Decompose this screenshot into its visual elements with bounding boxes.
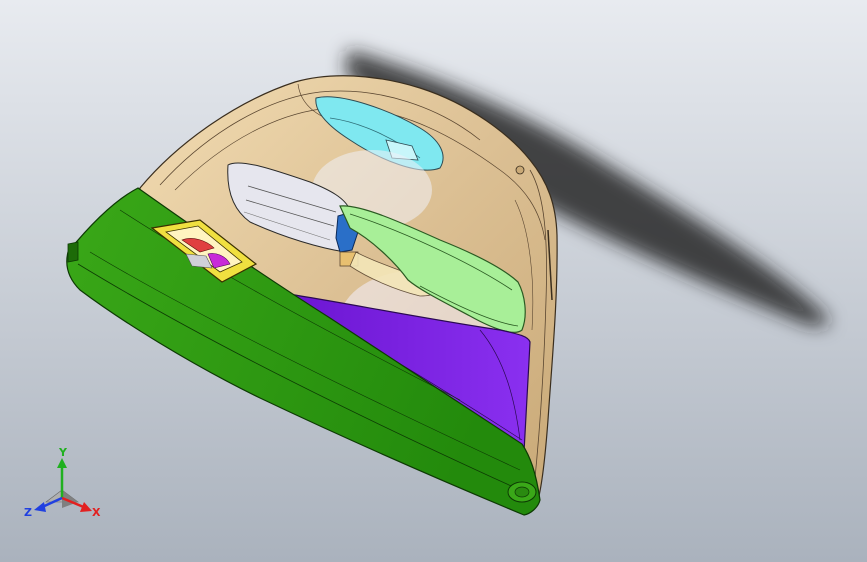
y-axis-label: Y bbox=[58, 446, 68, 459]
z-axis-arrow bbox=[34, 502, 46, 512]
x-axis-label: X bbox=[92, 506, 101, 519]
upper-clip-hole bbox=[515, 165, 525, 175]
y-axis-arrow bbox=[57, 458, 67, 468]
lower-band-boss-inner bbox=[514, 486, 530, 498]
model-view[interactable] bbox=[0, 0, 867, 562]
lower-band-tab bbox=[67, 241, 79, 263]
cad-viewport[interactable]: Y X Z bbox=[0, 0, 867, 562]
orientation-triad: Y X Z bbox=[24, 446, 101, 519]
z-axis-label: Z bbox=[24, 506, 32, 519]
